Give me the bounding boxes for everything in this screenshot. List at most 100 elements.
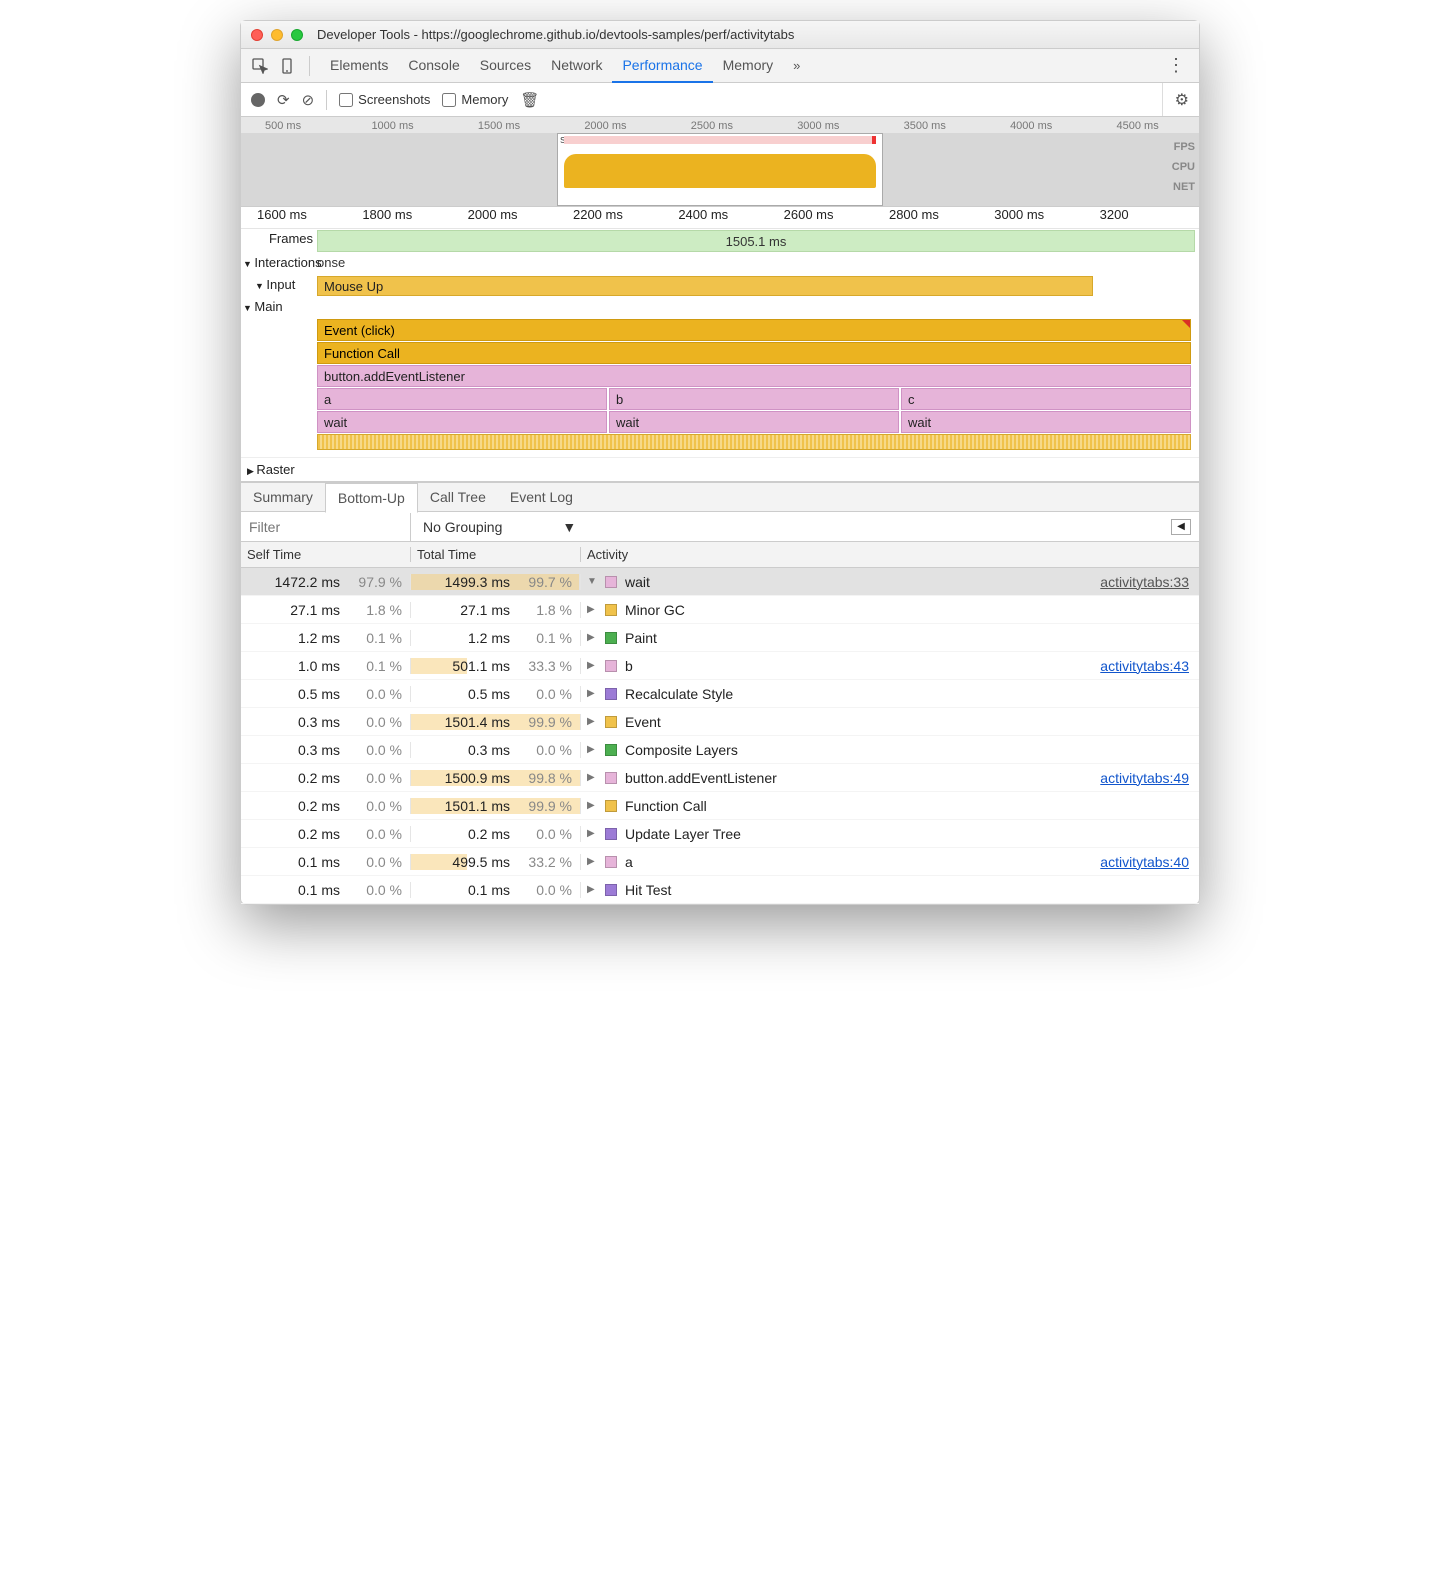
- stack-c[interactable]: c: [901, 388, 1191, 410]
- table-row[interactable]: 27.1 ms1.8 %27.1 ms1.8 %▶ Minor GC: [241, 596, 1199, 624]
- expand-icon[interactable]: ▶: [587, 660, 597, 671]
- expand-icon[interactable]: ▶: [587, 884, 597, 895]
- subtab-event-log[interactable]: Event Log: [498, 483, 585, 511]
- kebab-menu-icon[interactable]: ⋮: [1161, 55, 1191, 76]
- expand-icon[interactable]: ▶: [587, 744, 597, 755]
- reload-icon[interactable]: ⟳: [277, 91, 290, 109]
- more-tabs-button[interactable]: »: [793, 58, 800, 73]
- main-tabs: ElementsConsoleSourcesNetworkPerformance…: [320, 49, 783, 83]
- table-row[interactable]: 0.5 ms0.0 %0.5 ms0.0 %▶ Recalculate Styl…: [241, 680, 1199, 708]
- clear-icon[interactable]: ⊘: [302, 91, 315, 109]
- input-track-label[interactable]: Input: [241, 275, 317, 297]
- stack-b[interactable]: b: [609, 388, 899, 410]
- expand-icon[interactable]: ▶: [587, 800, 597, 811]
- cell-total-time: 0.3 ms0.0 %: [411, 742, 581, 758]
- category-swatch: [605, 828, 617, 840]
- stack-event[interactable]: Event (click): [317, 319, 1191, 341]
- settings-gear-icon[interactable]: ⚙: [1162, 83, 1189, 116]
- stack-a[interactable]: a: [317, 388, 607, 410]
- table-row[interactable]: 1472.2 ms97.9 %1499.3 ms99.7 %▼ waitacti…: [241, 568, 1199, 596]
- device-toolbar-icon[interactable]: [277, 55, 299, 77]
- table-row[interactable]: 0.2 ms0.0 %0.2 ms0.0 %▶ Update Layer Tre…: [241, 820, 1199, 848]
- screenshots-checkbox-input[interactable]: [339, 93, 353, 107]
- expand-icon[interactable]: ▶: [587, 604, 597, 615]
- stack-wait-2[interactable]: wait: [609, 411, 899, 433]
- tab-performance[interactable]: Performance: [612, 49, 712, 83]
- expand-icon[interactable]: ▶: [587, 772, 597, 783]
- table-row[interactable]: 1.2 ms0.1 %1.2 ms0.1 %▶ Paint: [241, 624, 1199, 652]
- tab-elements[interactable]: Elements: [320, 49, 398, 83]
- overview-dim-right: [883, 133, 1199, 206]
- cell-self-time: 0.2 ms0.0 %: [241, 826, 411, 842]
- expand-icon[interactable]: ▶: [587, 828, 597, 839]
- source-link[interactable]: activitytabs:43: [1100, 658, 1189, 674]
- input-event-bar[interactable]: Mouse Up: [317, 276, 1093, 296]
- inspect-element-icon[interactable]: [249, 55, 271, 77]
- cell-activity: ▶ Paint: [581, 630, 1199, 646]
- memory-checkbox[interactable]: Memory: [442, 92, 508, 107]
- expand-icon[interactable]: ▶: [587, 688, 597, 699]
- overview-pane[interactable]: 500 ms1000 ms1500 ms2000 ms2500 ms3000 m…: [241, 117, 1199, 207]
- cell-activity: ▶ a activitytabs:40: [581, 854, 1199, 870]
- performance-toolbar: ⟳ ⊘ Screenshots Memory 🗑 ⚙: [241, 83, 1199, 117]
- expand-icon[interactable]: ▼: [587, 576, 597, 587]
- flame-chart[interactable]: Frames 1505.1 ms Interactions onse Input…: [241, 229, 1199, 482]
- ruler-tick: 2200 ms: [567, 207, 672, 228]
- table-row[interactable]: 0.1 ms0.0 %499.5 ms33.2 %▶ aactivitytabs…: [241, 848, 1199, 876]
- cell-activity: ▶ Hit Test: [581, 882, 1199, 898]
- activity-name: a: [625, 854, 633, 870]
- tab-network[interactable]: Network: [541, 49, 612, 83]
- table-row[interactable]: 0.3 ms0.0 %1501.4 ms99.9 %▶ Event: [241, 708, 1199, 736]
- subtab-bottom-up[interactable]: Bottom-Up: [325, 483, 418, 513]
- category-swatch: [605, 884, 617, 896]
- stack-function-call[interactable]: Function Call: [317, 342, 1191, 364]
- table-header: Self Time Total Time Activity: [241, 542, 1199, 568]
- grouping-select[interactable]: No Grouping ▼: [411, 519, 588, 535]
- stack-wait-3[interactable]: wait: [901, 411, 1191, 433]
- main-call-stack[interactable]: Event (click) Function Call button.addEv…: [241, 319, 1199, 456]
- table-row[interactable]: 0.3 ms0.0 %0.3 ms0.0 %▶ Composite Layers: [241, 736, 1199, 764]
- close-window-button[interactable]: [251, 29, 263, 41]
- main-track-label[interactable]: Main: [241, 297, 317, 319]
- source-link[interactable]: activitytabs:49: [1100, 770, 1189, 786]
- window-title: Developer Tools - https://googlechrome.g…: [317, 27, 794, 42]
- record-button[interactable]: [251, 93, 265, 107]
- table-row[interactable]: 0.2 ms0.0 %1500.9 ms99.8 %▶ button.addEv…: [241, 764, 1199, 792]
- table-row[interactable]: 0.1 ms0.0 %0.1 ms0.0 %▶ Hit Test: [241, 876, 1199, 904]
- source-link[interactable]: activitytabs:33: [1100, 574, 1189, 590]
- toggle-nav-button[interactable]: ◀: [1171, 519, 1191, 535]
- screenshots-checkbox[interactable]: Screenshots: [339, 92, 430, 107]
- tab-sources[interactable]: Sources: [470, 49, 541, 83]
- ruler-tick: 3000 ms: [988, 207, 1093, 228]
- zoom-window-button[interactable]: [291, 29, 303, 41]
- table-row[interactable]: 0.2 ms0.0 %1501.1 ms99.9 %▶ Function Cal…: [241, 792, 1199, 820]
- frames-track-label[interactable]: Frames: [241, 229, 317, 253]
- frame-bar[interactable]: 1505.1 ms: [317, 230, 1195, 252]
- memory-checkbox-input[interactable]: [442, 93, 456, 107]
- cell-self-time: 0.3 ms0.0 %: [241, 742, 411, 758]
- expand-icon[interactable]: ▶: [587, 716, 597, 727]
- ruler-tick: 2800 ms: [883, 207, 988, 228]
- overview-selection[interactable]: s: [557, 133, 883, 206]
- minimize-window-button[interactable]: [271, 29, 283, 41]
- stack-listener[interactable]: button.addEventListener: [317, 365, 1191, 387]
- raster-track-label[interactable]: ▶ Raster: [241, 458, 301, 481]
- tab-console[interactable]: Console: [398, 49, 469, 83]
- overview-fps-bar: [564, 136, 876, 144]
- expand-icon[interactable]: ▶: [587, 856, 597, 867]
- table-row[interactable]: 1.0 ms0.1 %501.1 ms33.3 %▶ bactivitytabs…: [241, 652, 1199, 680]
- filter-input[interactable]: [241, 513, 411, 541]
- col-total-time[interactable]: Total Time: [411, 547, 581, 562]
- trash-icon[interactable]: 🗑: [520, 91, 539, 109]
- tab-memory[interactable]: Memory: [713, 49, 784, 83]
- stack-wait-1[interactable]: wait: [317, 411, 607, 433]
- col-self-time[interactable]: Self Time: [241, 547, 411, 562]
- subtab-call-tree[interactable]: Call Tree: [418, 483, 498, 511]
- expand-icon[interactable]: ▶: [587, 632, 597, 643]
- timeline-ruler[interactable]: 1600 ms1800 ms2000 ms2200 ms2400 ms2600 …: [241, 207, 1199, 229]
- stack-aggregate[interactable]: [317, 434, 1191, 450]
- subtab-summary[interactable]: Summary: [241, 483, 325, 511]
- col-activity[interactable]: Activity: [581, 547, 1199, 562]
- category-swatch: [605, 800, 617, 812]
- source-link[interactable]: activitytabs:40: [1100, 854, 1189, 870]
